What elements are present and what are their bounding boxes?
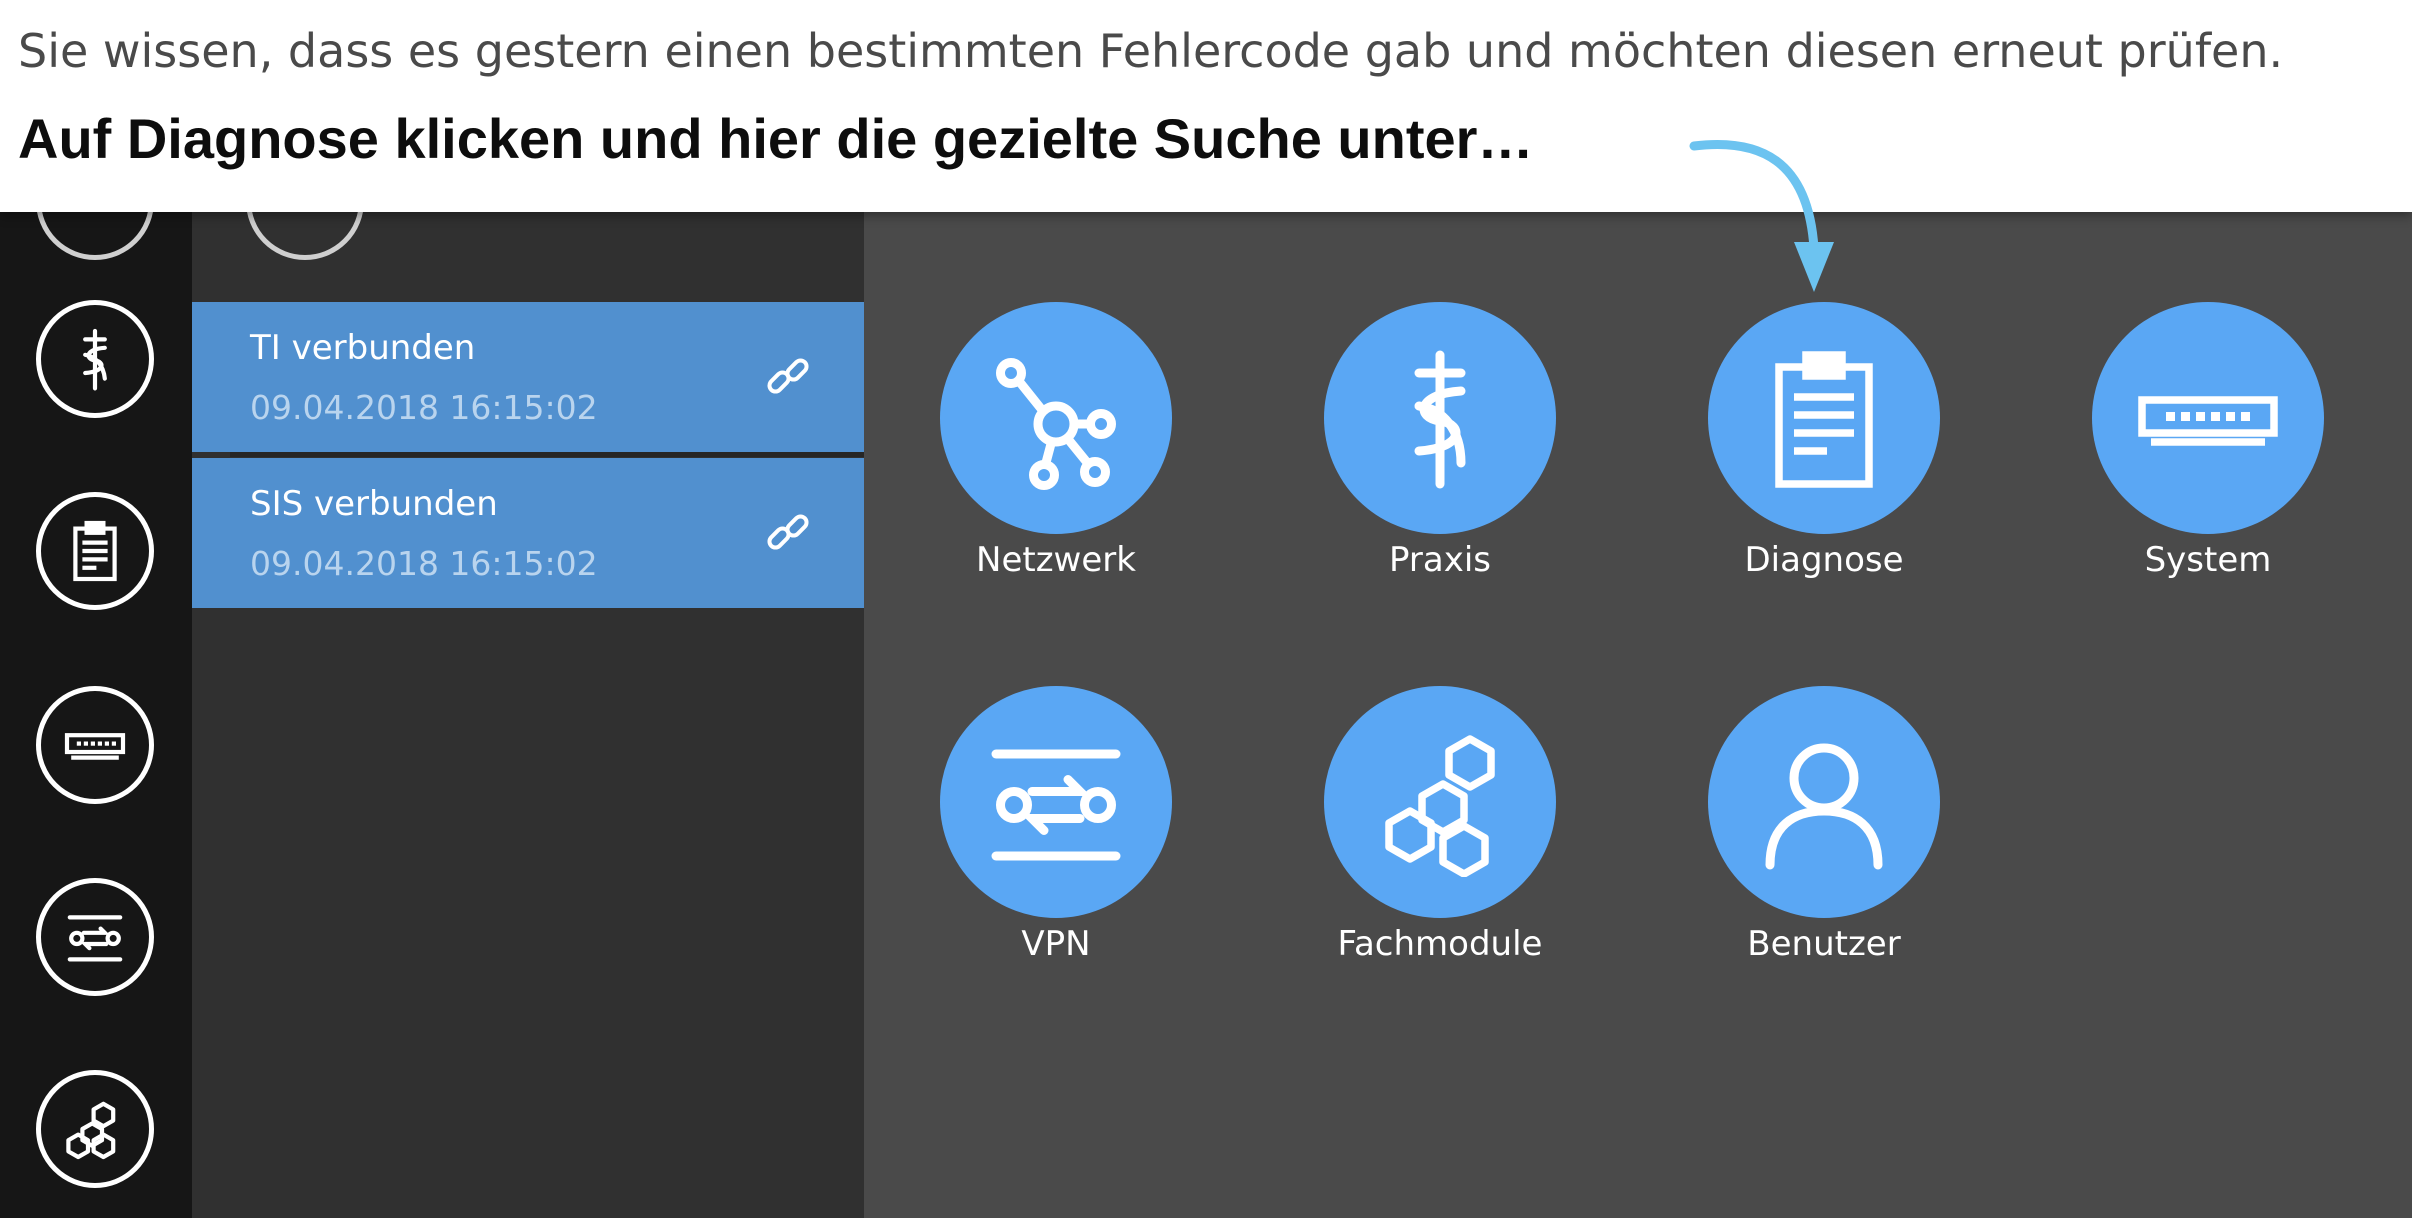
hexagons-icon: [1385, 735, 1495, 877]
tile-vpn[interactable]: VPN: [936, 686, 1176, 976]
tile-netzwerk[interactable]: Netzwerk: [936, 302, 1176, 592]
tile-icon-circle: [940, 302, 1172, 534]
tile-fachmodule[interactable]: Fachmodule: [1320, 686, 1560, 976]
tile-label: Benutzer: [1747, 924, 1901, 964]
sidebar-item-diagnose[interactable]: [36, 492, 154, 610]
vpn-icon: [67, 915, 123, 962]
card-divider: [230, 452, 864, 457]
sidebar-item-praxis[interactable]: [36, 300, 154, 418]
sidebar-item-fachmodule[interactable]: [36, 1070, 154, 1188]
vpn-icon: [991, 749, 1121, 861]
pointer-arrow-icon: [1689, 139, 1834, 292]
caduceus-icon: [83, 328, 107, 391]
clipboard-icon: [1775, 351, 1873, 488]
tile-icon-circle: [1324, 302, 1556, 534]
tile-system[interactable]: System: [2088, 302, 2328, 592]
tile-label: VPN: [1021, 924, 1091, 964]
tile-praxis[interactable]: Praxis: [1320, 302, 1560, 592]
connection-timestamp: 09.04.2018 16:15:02: [250, 388, 598, 427]
caduceus-icon: [1414, 350, 1466, 489]
link-icon[interactable]: [764, 352, 812, 400]
tile-icon-circle: [1708, 686, 1940, 918]
tile-icon-circle: [1708, 302, 1940, 534]
tile-label: Diagnose: [1744, 540, 1904, 580]
instruction-heading: Auf Diagnose klicken und hier die geziel…: [18, 107, 1534, 170]
connection-card-sis[interactable]: SIS verbunden 09.04.2018 16:15:02: [192, 458, 864, 608]
router-icon: [64, 733, 126, 760]
connection-card-ti[interactable]: TI verbunden 09.04.2018 16:15:02: [192, 302, 864, 452]
tile-icon-circle: [940, 686, 1172, 918]
hexagons-icon: [66, 1101, 116, 1160]
tile-label: System: [2144, 540, 2272, 580]
sidebar-item-vpn[interactable]: [36, 878, 154, 996]
connection-title: SIS verbunden: [250, 484, 498, 524]
tile-label: Netzwerk: [976, 540, 1136, 580]
link-icon[interactable]: [764, 508, 812, 556]
tile-diagnose[interactable]: Diagnose: [1704, 302, 1944, 592]
tile-label: Praxis: [1389, 540, 1491, 580]
network-icon: [996, 358, 1116, 490]
user-icon: [1765, 743, 1883, 870]
instruction-banner: Sie wissen, dass es gestern einen bestim…: [0, 0, 2412, 212]
instruction-subtitle: Sie wissen, dass es gestern einen bestim…: [18, 24, 2284, 78]
tile-icon-circle: [2092, 302, 2324, 534]
router-icon: [2138, 396, 2278, 446]
connection-title: TI verbunden: [250, 328, 476, 368]
tile-label: Fachmodule: [1337, 924, 1543, 964]
tile-icon-circle: [1324, 686, 1556, 918]
connection-timestamp: 09.04.2018 16:15:02: [250, 544, 598, 583]
sidebar-item-system[interactable]: [36, 686, 154, 804]
tile-benutzer[interactable]: Benutzer: [1704, 686, 1944, 976]
clipboard-icon: [73, 520, 117, 582]
